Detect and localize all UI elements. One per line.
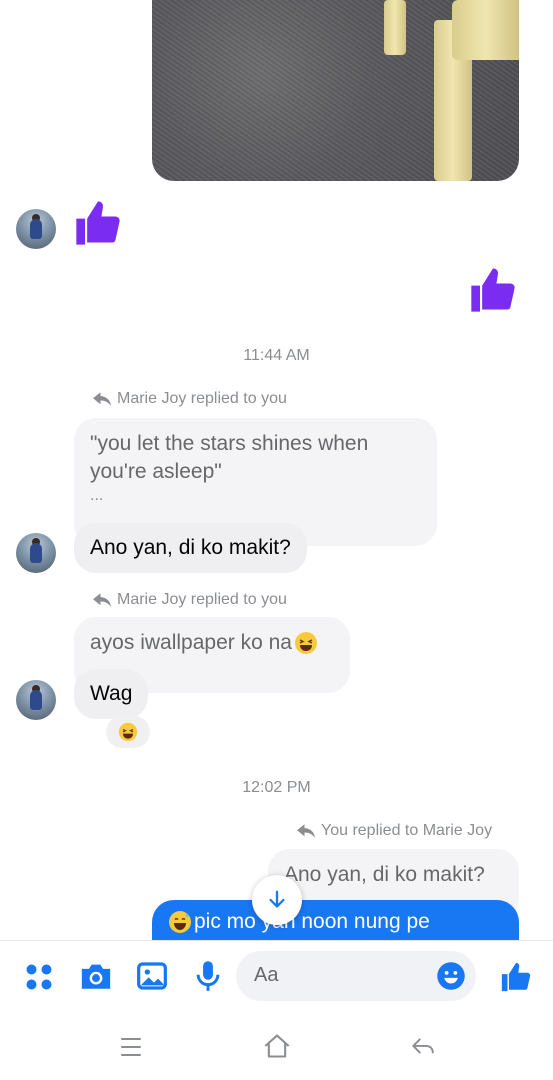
reply-icon bbox=[93, 392, 111, 406]
message-input[interactable]: Aa bbox=[236, 951, 476, 1001]
laughing-emoji-icon bbox=[294, 632, 317, 654]
quoted-text: "you let the stars shines when you're as… bbox=[90, 432, 369, 483]
reply-label: Marie Joy replied to you bbox=[117, 390, 287, 407]
like-icon bbox=[471, 268, 515, 312]
image-icon[interactable] bbox=[136, 960, 168, 992]
apps-icon[interactable] bbox=[24, 962, 54, 992]
grinning-sweat-emoji-icon bbox=[169, 911, 191, 933]
reply-label: You replied to Marie Joy bbox=[321, 822, 493, 839]
quoted-text: Ano yan, di ko makit? bbox=[284, 863, 485, 886]
microphone-icon[interactable] bbox=[195, 960, 221, 992]
message-text: Ano yan, di ko makit? bbox=[90, 536, 291, 559]
home-icon[interactable] bbox=[263, 1033, 291, 1059]
contact-avatar[interactable] bbox=[16, 680, 56, 720]
chair-seat-shape bbox=[452, 0, 519, 60]
like-icon bbox=[76, 201, 120, 245]
quoted-ellipsis: ... bbox=[90, 487, 104, 504]
reply-indicator: Marie Joy replied to you bbox=[93, 390, 287, 408]
reply-indicator: You replied to Marie Joy bbox=[297, 822, 492, 840]
laughing-emoji-icon bbox=[118, 722, 138, 742]
timestamp: 11:44 AM bbox=[243, 347, 310, 364]
timestamp: 12:02 PM bbox=[242, 779, 311, 796]
reaction-badge[interactable] bbox=[106, 716, 150, 748]
quoted-text: ayos iwallpaper ko na bbox=[90, 631, 292, 654]
scroll-down-button[interactable] bbox=[252, 875, 302, 925]
reply-label: Marie Joy replied to you bbox=[117, 591, 287, 608]
message-text: Wag bbox=[90, 682, 133, 705]
message-bubble[interactable]: Ano yan, di ko makit? bbox=[74, 523, 307, 573]
chair-leg-shape bbox=[384, 0, 406, 55]
contact-avatar[interactable] bbox=[16, 209, 56, 249]
reply-indicator: Marie Joy replied to you bbox=[93, 591, 287, 609]
shared-photo[interactable] bbox=[152, 0, 519, 181]
like-icon[interactable] bbox=[499, 960, 533, 994]
reply-icon bbox=[297, 824, 315, 838]
menu-icon[interactable] bbox=[119, 1036, 143, 1058]
reply-icon bbox=[93, 593, 111, 607]
message-input-placeholder: Aa bbox=[254, 964, 279, 986]
message-text: pic mo yan noon nung pe bbox=[194, 910, 430, 933]
contact-avatar[interactable] bbox=[16, 533, 56, 573]
emoji-icon[interactable] bbox=[436, 961, 466, 991]
message-bubble[interactable]: Wag bbox=[74, 669, 149, 719]
back-icon[interactable] bbox=[410, 1036, 436, 1058]
camera-icon[interactable] bbox=[79, 960, 113, 992]
scroll-down-icon bbox=[269, 890, 285, 908]
sent-message-bubble[interactable]: pic mo yan noon nung pe bbox=[152, 900, 519, 940]
